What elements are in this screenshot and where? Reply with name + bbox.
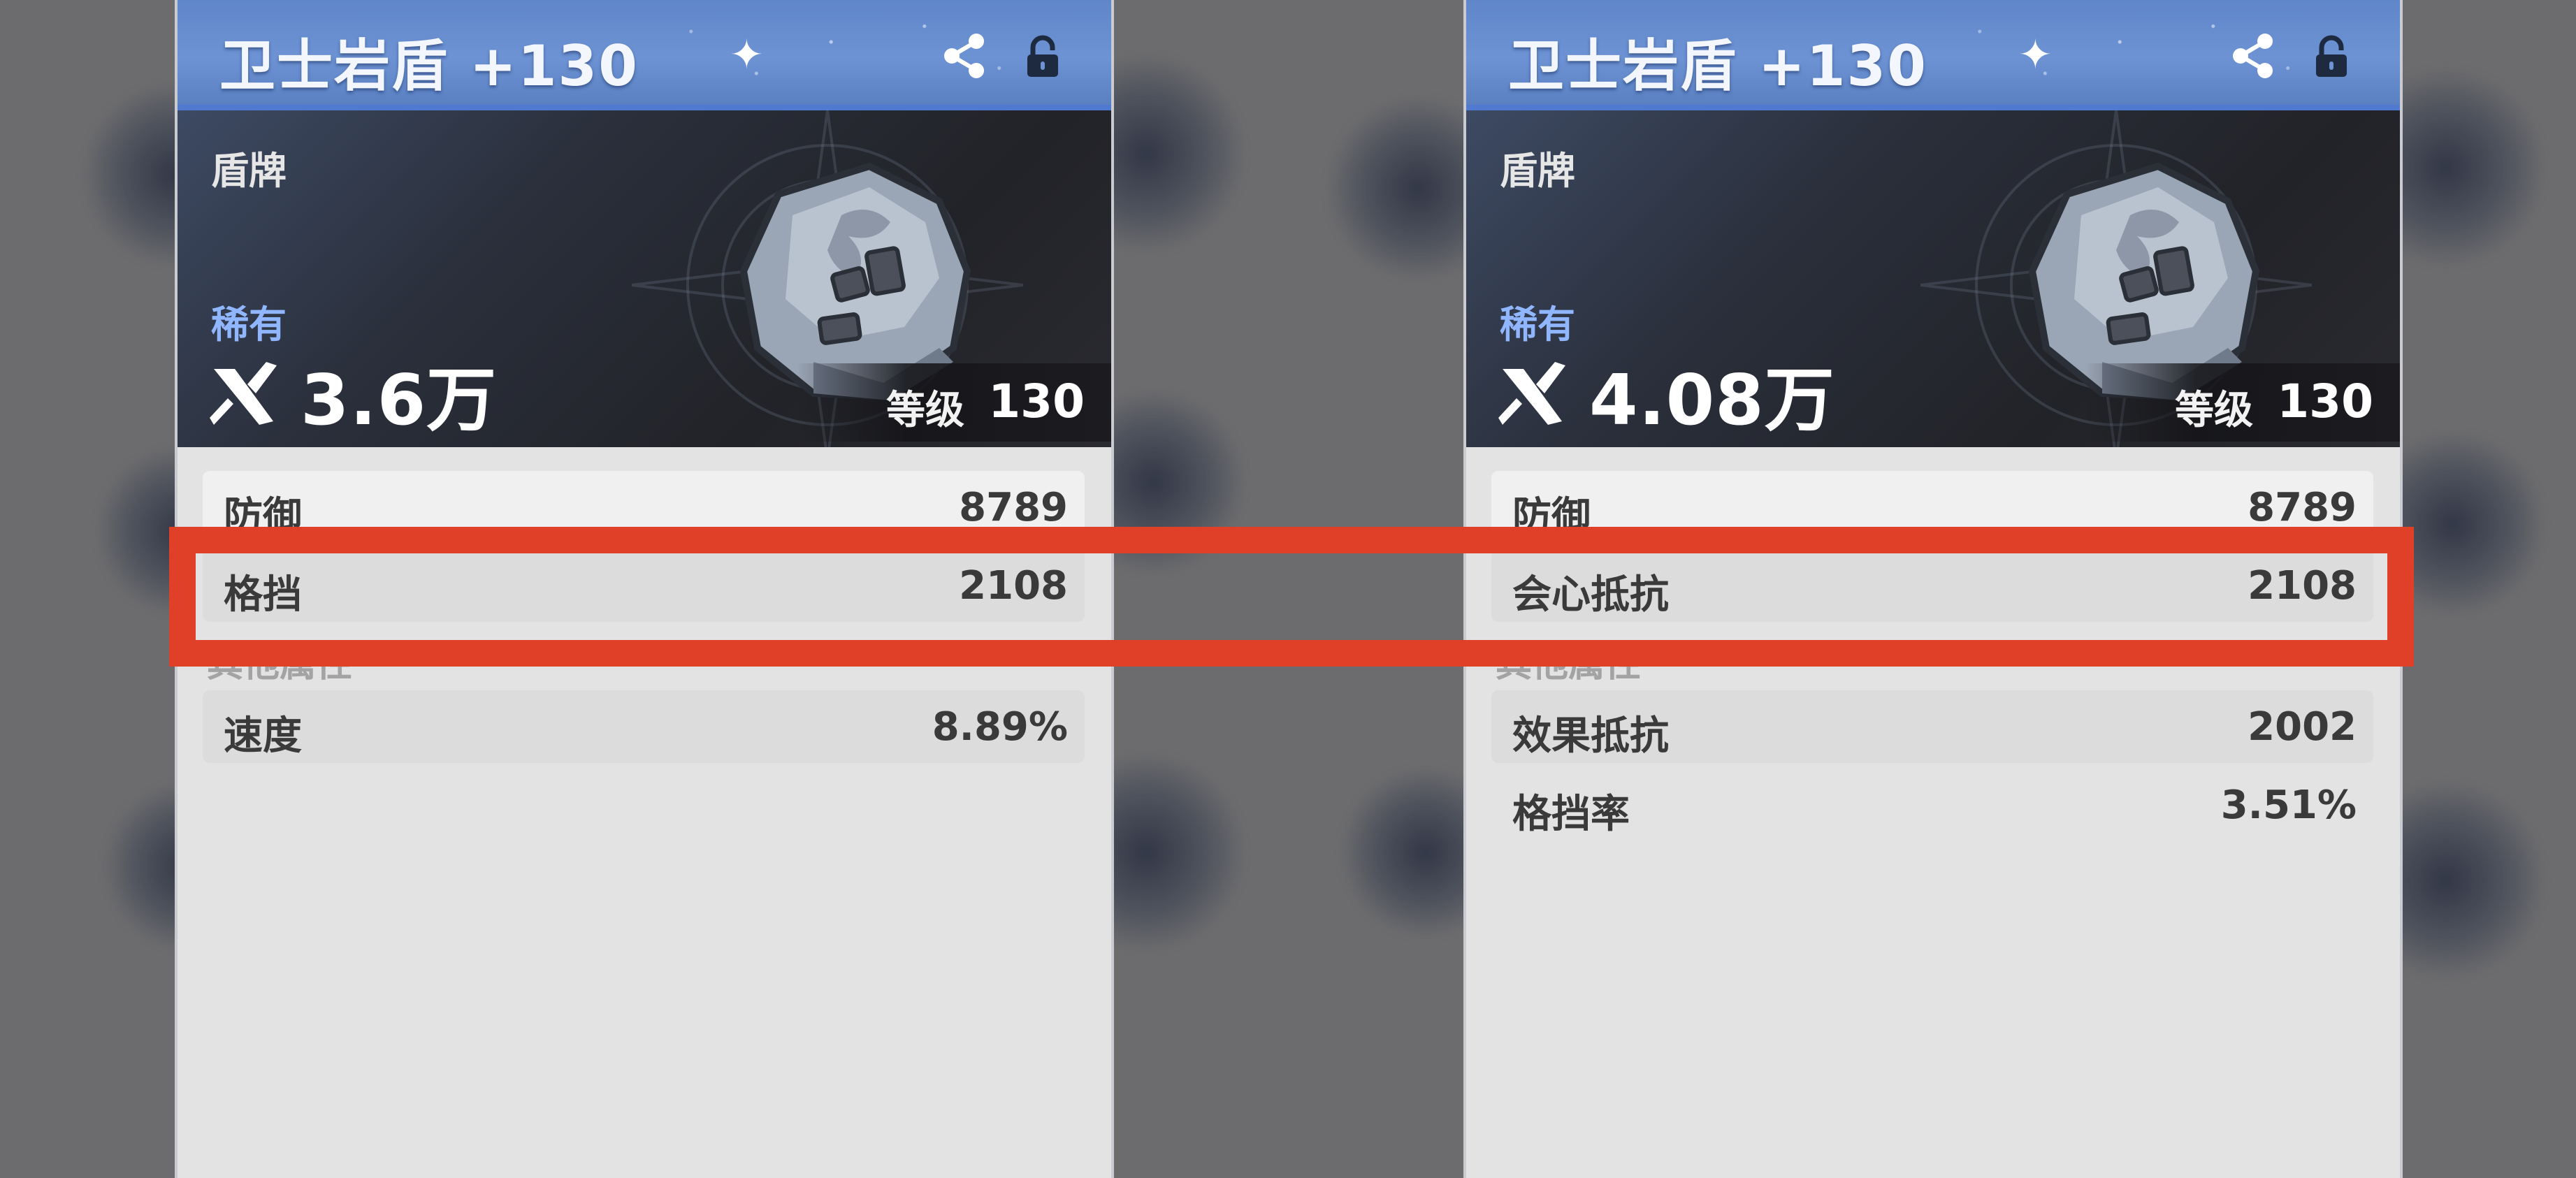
stat-name: 格挡率 (1512, 792, 1630, 837)
share-icon[interactable] (939, 31, 990, 81)
other-stats-label: 其他属性 (1496, 643, 1642, 685)
power-row: 3.6万 (207, 355, 497, 441)
stat-value: 2108 (2248, 563, 2357, 609)
crossed-swords-icon (1498, 362, 1565, 425)
item-hero-panel: 盾牌 稀有 3.6万 等级 130 (178, 110, 1111, 447)
stat-name: 会心抵抗 (1512, 572, 1669, 618)
item-type: 盾牌 (1500, 149, 1575, 193)
item-hero-panel: 盾牌 稀有 4.08万 等级 130 (1466, 110, 2400, 447)
stat-value: 8789 (959, 485, 1068, 530)
lock-icon[interactable] (1023, 34, 1062, 80)
stat-row-crit-resist: 会心抵抗 2108 (1491, 549, 2373, 622)
sparkle-icon: ✦ (730, 31, 764, 78)
power-row: 4.08万 (1496, 355, 1835, 441)
share-icon[interactable] (2228, 31, 2278, 81)
stat-value: 8.89% (932, 704, 1068, 750)
item-rarity: 稀有 (1500, 303, 1575, 347)
level-value: 130 (2277, 375, 2373, 428)
other-stats-label: 其他属性 (207, 643, 353, 685)
power-value: 3.6万 (301, 358, 498, 441)
stat-value: 2002 (2248, 704, 2357, 750)
stat-name: 防御 (224, 494, 302, 539)
stats-panel: 防御 8789 会心抵抗 2108 其他属性 效果抵抗 2002 格挡率 3.5… (1491, 471, 2373, 847)
level-value: 130 (988, 375, 1085, 428)
stat-row-defense: 防御 8789 (1491, 471, 2373, 544)
crossed-swords-icon (210, 362, 277, 425)
stat-row-defense: 防御 8789 (203, 471, 1085, 544)
lock-icon[interactable] (2312, 34, 2351, 80)
stats-panel: 防御 8789 格挡 2108 其他属性 速度 8.89% (203, 471, 1085, 769)
item-rarity: 稀有 (211, 303, 287, 347)
card-header: 卫士岩盾 +130 ✦ (178, 0, 1111, 110)
item-type: 盾牌 (211, 149, 287, 193)
item-title: 卫士岩盾 +130 (219, 34, 639, 99)
stat-value: 8789 (2248, 485, 2357, 530)
stat-row-speed: 速度 8.89% (203, 690, 1085, 763)
stat-value: 3.51% (2220, 783, 2357, 828)
stat-name: 速度 (224, 713, 302, 759)
power-value: 4.08万 (1589, 358, 1835, 441)
stat-name: 格挡 (224, 572, 302, 618)
stat-name: 防御 (1512, 494, 1591, 539)
card-header: 卫士岩盾 +130 ✦ (1466, 0, 2400, 110)
stat-row-effect-resist: 效果抵抗 2002 (1491, 690, 2373, 763)
stat-name: 效果抵抗 (1512, 713, 1669, 759)
stat-row-block-rate: 格挡率 3.51% (1491, 769, 2373, 841)
stat-value: 2108 (959, 563, 1068, 609)
stat-row-block: 格挡 2108 (203, 549, 1085, 622)
level-label: 等级 (2175, 388, 2253, 433)
sparkle-icon: ✦ (2018, 31, 2053, 78)
item-card-right: 卫士岩盾 +130 ✦ 盾牌 稀有 4.08万 等级 130 防御 8789 会… (1463, 0, 2403, 1178)
level-label: 等级 (886, 388, 964, 433)
item-card-left: 卫士岩盾 +130 ✦ 盾牌 稀有 3.6万 等级 130 防御 8789 格挡… (175, 0, 1114, 1178)
item-title: 卫士岩盾 +130 (1508, 34, 1927, 99)
